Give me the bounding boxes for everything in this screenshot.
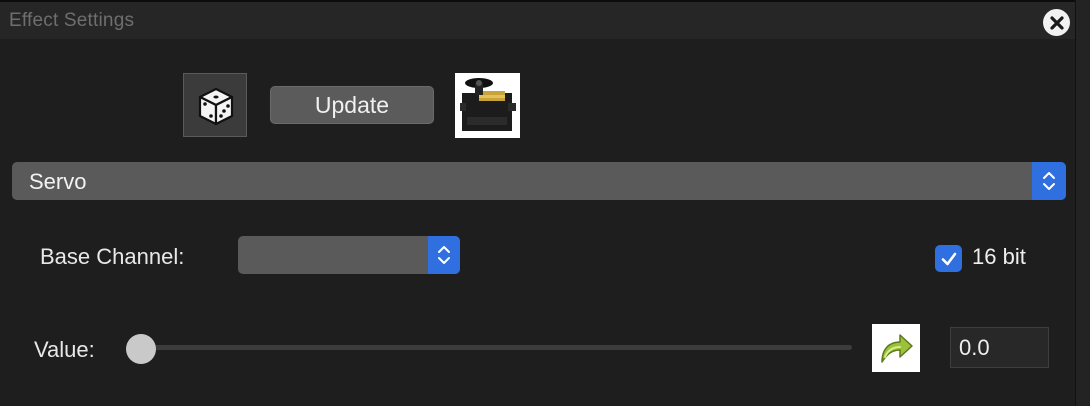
window-title: Effect Settings <box>9 10 135 31</box>
reset-value-button[interactable] <box>872 324 920 372</box>
update-button[interactable]: Update <box>270 86 434 124</box>
servo-motor-icon <box>460 78 516 131</box>
title-bar: Effect Settings <box>0 0 1076 39</box>
base-channel-select[interactable] <box>238 236 460 274</box>
dice-icon <box>198 87 234 126</box>
sixteen-bit-checkbox[interactable] <box>935 245 962 272</box>
base-channel-label: Base Channel: <box>40 244 185 269</box>
chevron-up-down-icon <box>438 246 450 264</box>
value-label: Value: <box>34 337 95 362</box>
effect-type-select[interactable]: Servo <box>12 162 1066 200</box>
servo-preview-image <box>455 73 520 138</box>
effect-settings-panel: Effect Settings Update Servo Base Channe… <box>0 0 1090 406</box>
select-stepper-icon[interactable] <box>428 236 460 274</box>
close-button[interactable] <box>1043 9 1070 36</box>
value-slider-track[interactable] <box>130 345 852 350</box>
redo-arrow-icon <box>881 334 913 363</box>
sixteen-bit-label: 16 bit <box>972 244 1026 269</box>
scroll-edge <box>1075 0 1090 406</box>
effect-type-value: Servo <box>29 169 87 194</box>
value-input[interactable] <box>950 327 1049 368</box>
chevron-up-down-icon <box>1043 172 1055 190</box>
randomize-button[interactable] <box>183 73 247 137</box>
value-slider-thumb[interactable] <box>126 334 156 364</box>
close-circle-icon <box>1049 15 1064 30</box>
checkmark-icon <box>941 252 956 265</box>
select-stepper-icon[interactable] <box>1032 162 1066 200</box>
